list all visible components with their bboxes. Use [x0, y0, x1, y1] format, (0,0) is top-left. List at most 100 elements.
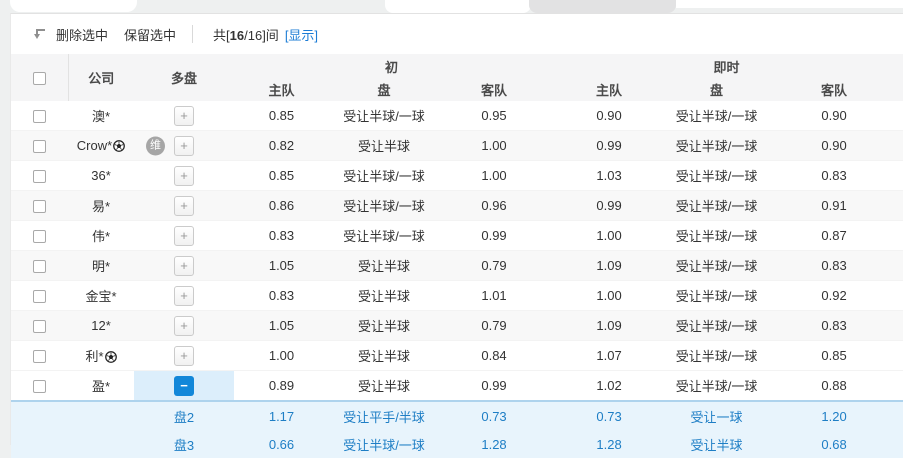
multi-pan-cell: + [134, 101, 234, 131]
live-home-odds: 1.28 [549, 430, 670, 458]
row-checkbox[interactable] [33, 230, 46, 244]
expand-button[interactable]: + [174, 165, 194, 186]
row-checkbox-cell [11, 370, 68, 402]
initial-home-odds: 1.17 [234, 400, 329, 430]
row-checkbox[interactable] [33, 290, 46, 304]
live-home-odds: 1.00 [549, 280, 670, 311]
live-away-odds: 0.90 [764, 130, 903, 161]
row-checkbox-cell [11, 101, 68, 131]
initial-home-odds: 0.86 [234, 190, 329, 221]
live-handicap: 受让半球/一球 [669, 130, 765, 161]
empty-company-cell [68, 400, 134, 430]
multi-pan-cell: − [134, 370, 234, 402]
expand-button[interactable]: + [174, 285, 194, 306]
row-checkbox[interactable] [33, 110, 46, 124]
initial-handicap: 受让半球 [329, 340, 439, 371]
initial-away-odds: 0.84 [439, 340, 550, 371]
initial-handicap: 受让半球/一球 [329, 220, 439, 251]
live-home-header: 主队 [549, 78, 670, 101]
company-cell: 36* [68, 160, 134, 191]
initial-away-odds: 0.99 [439, 370, 550, 402]
initial-handicap: 受让半球 [329, 310, 439, 341]
multi-pan-cell: + [134, 310, 234, 341]
live-handicap: 受让半球/一球 [669, 310, 765, 341]
live-home-odds: 1.07 [549, 340, 670, 371]
bookmaker-row: 明* +1.05 受让半球 0.79 1.09 受让半球/一球 0.83 [11, 250, 903, 281]
room-count-rest: /16]间 [244, 27, 279, 43]
row-checkbox-cell [11, 190, 68, 221]
company-cell: 盈* [68, 370, 134, 402]
multi-pan-cell: + [134, 340, 234, 371]
keep-selected-button[interactable]: 保留选中 [124, 25, 176, 44]
live-away-odds: 0.92 [764, 280, 903, 311]
initial-home-odds: 0.83 [234, 280, 329, 311]
live-handicap: 受让半球/一球 [669, 370, 765, 402]
bookmaker-row: 盈* − 0.89 受让半球 0.99 1.02 受让半球/一球 0.88 [11, 370, 903, 402]
initial-home-odds: 0.85 [234, 160, 329, 191]
initial-home-odds: 0.85 [234, 101, 329, 131]
expand-button[interactable]: + [174, 315, 194, 336]
live-away-odds: 0.87 [764, 220, 903, 251]
live-home-odds: 1.03 [549, 160, 670, 191]
initial-away-odds: 1.01 [439, 280, 550, 311]
initial-handicap: 受让半球 [329, 370, 439, 402]
initial-away-header: 客队 [439, 78, 550, 101]
row-checkbox-cell [11, 130, 68, 161]
show-link[interactable]: [显示] [285, 25, 318, 44]
company-name: 澳* [91, 109, 111, 124]
initial-group-header: 初 [234, 54, 550, 78]
initial-handicap: 受让半球 [329, 250, 439, 281]
bookmaker-row: 利* +1.00 受让半球 0.84 1.07 受让半球/一球 0.85 [11, 340, 903, 371]
initial-home-odds: 1.05 [234, 250, 329, 281]
initial-handicap: 受让半球 [329, 130, 439, 161]
row-checkbox[interactable] [33, 380, 46, 394]
company-name: 12* [91, 318, 111, 333]
expand-button[interactable]: + [174, 135, 194, 156]
toolbar: 删除选中 保留选中 共[16/16]间 [显示] [11, 14, 903, 54]
row-checkbox[interactable] [33, 260, 46, 274]
row-checkbox[interactable] [33, 170, 46, 184]
toolbar-divider [192, 25, 194, 43]
company-name: 明* [91, 259, 111, 274]
multi-pan-cell: + [134, 160, 234, 191]
row-checkbox[interactable] [33, 140, 46, 154]
company-cell: 金宝* [68, 280, 134, 311]
expand-button[interactable]: + [174, 195, 194, 216]
select-all-checkbox[interactable] [32, 72, 46, 86]
row-checkbox[interactable] [33, 320, 46, 334]
initial-home-odds: 1.05 [234, 310, 329, 341]
top-partial-button-inactive[interactable] [529, 0, 676, 13]
initial-home-header: 主队 [234, 78, 329, 101]
initial-handicap: 受让半球 [329, 280, 439, 311]
live-handicap: 受让半球/一球 [669, 190, 765, 221]
live-handicap: 受让半球 [669, 430, 765, 458]
company-header: 公司 [68, 54, 134, 101]
multi-pan-cell: + [134, 250, 234, 281]
company-name: 36* [91, 168, 111, 183]
row-checkbox-cell [11, 250, 68, 281]
expand-button[interactable]: + [174, 225, 194, 246]
expanded-handicap-row: 盘2 1.17 受让平手/半球 0.73 0.73 受让一球 1.20 [11, 400, 903, 430]
multi-pan-cell: + [134, 280, 234, 311]
expand-button[interactable]: + [174, 255, 194, 276]
live-away-odds: 1.20 [764, 400, 903, 430]
company-cell: Crow* 维 [68, 130, 165, 161]
delete-selected-button[interactable]: 删除选中 [56, 25, 108, 44]
row-checkbox[interactable] [33, 200, 46, 214]
live-handicap: 受让一球 [669, 400, 765, 430]
company-name: 金宝* [85, 289, 117, 304]
initial-home-odds: 1.00 [234, 340, 329, 371]
top-partial-button-active[interactable] [385, 0, 531, 13]
bookmaker-row: 12* +1.05 受让半球 0.79 1.09 受让半球/一球 0.83 [11, 310, 903, 341]
company-cell: 澳* [68, 101, 134, 131]
expand-button[interactable]: + [174, 345, 194, 366]
wei-badge: 维 [146, 136, 165, 155]
row-checkbox[interactable] [33, 350, 46, 364]
live-home-odds: 1.00 [549, 220, 670, 251]
initial-home-odds: 0.66 [234, 430, 329, 458]
live-home-odds: 1.09 [549, 310, 670, 341]
company-cell: 明* [68, 250, 134, 281]
collapse-button[interactable]: − [174, 375, 194, 396]
expand-button[interactable]: + [174, 105, 194, 126]
initial-handicap-header: 盘 [329, 78, 439, 101]
